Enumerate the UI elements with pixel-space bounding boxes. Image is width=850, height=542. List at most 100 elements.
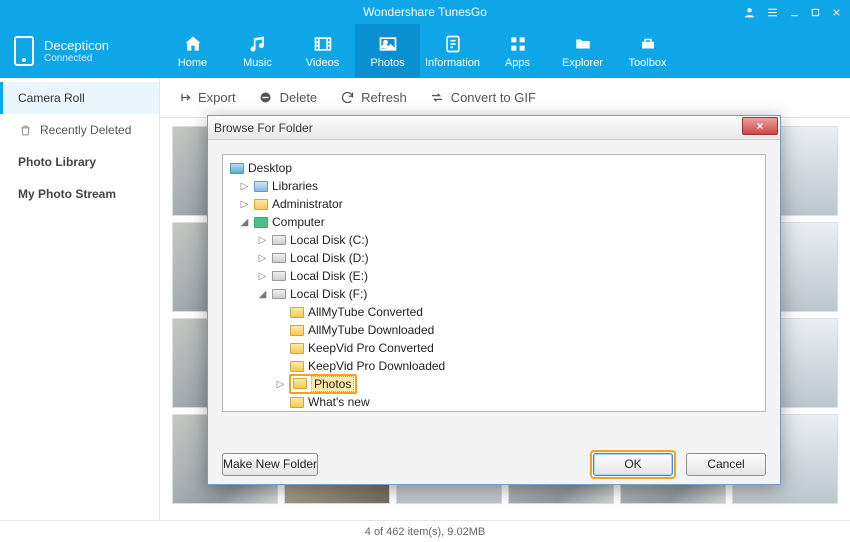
dialog-button-row: Make New Folder OK Cancel	[208, 444, 780, 484]
tree-node-administrator[interactable]: ▷ Administrator	[223, 195, 765, 213]
folder-icon	[292, 377, 308, 391]
information-icon	[441, 34, 465, 54]
folder-tree[interactable]: Desktop ▷ Libraries ▷ Administrator ◢ Co…	[222, 154, 766, 412]
folder-icon	[289, 305, 305, 319]
nav-label: Home	[178, 57, 207, 69]
tree-label: KeepVid Pro Converted	[308, 341, 434, 355]
dialog-title: Browse For Folder	[214, 121, 313, 135]
tree-node-photos-selected[interactable]: ▷ Photos	[223, 375, 765, 393]
titlebar: Wondershare TunesGo	[0, 0, 850, 24]
status-text: 4 of 462 item(s), 9.02MB	[365, 526, 485, 538]
expand-icon[interactable]: ▷	[257, 271, 268, 282]
nav-label: Music	[243, 57, 272, 69]
tree-label: What's new	[308, 395, 370, 409]
close-icon[interactable]	[831, 7, 842, 18]
sidebar-item-label: Recently Deleted	[40, 123, 131, 137]
videos-icon	[311, 34, 335, 54]
tree-node-folder[interactable]: What's new	[223, 393, 765, 411]
tree-node-drive-d[interactable]: ▷ Local Disk (D:)	[223, 249, 765, 267]
nav-explorer[interactable]: Explorer	[550, 24, 615, 78]
tree-label: Local Disk (E:)	[290, 269, 368, 283]
tree-label: AllMyTube Converted	[308, 305, 423, 319]
tree-label: Local Disk (D:)	[290, 251, 369, 265]
sidebar-item-my-photo-stream[interactable]: My Photo Stream	[0, 178, 159, 210]
device-pane[interactable]: Decepticon Connected	[0, 24, 160, 78]
expand-icon[interactable]: ▷	[239, 199, 250, 210]
tool-label: Convert to GIF	[451, 90, 536, 105]
tree-label: Desktop	[248, 161, 292, 175]
folder-icon	[289, 359, 305, 373]
folder-icon	[289, 341, 305, 355]
expand-icon[interactable]: ▷	[275, 379, 286, 390]
sidebar-item-label: Photo Library	[18, 155, 96, 169]
browse-folder-dialog: Browse For Folder Desktop ▷ Libraries ▷ …	[207, 115, 781, 485]
nav-photos[interactable]: Photos	[355, 24, 420, 78]
toolbox-icon	[636, 34, 660, 54]
delete-button[interactable]: Delete	[258, 90, 318, 106]
minimize-icon[interactable]	[789, 7, 800, 18]
expand-icon[interactable]: ▷	[257, 253, 268, 264]
sidebar-item-label: Camera Roll	[18, 91, 85, 105]
refresh-icon	[339, 90, 355, 106]
tool-label: Refresh	[361, 90, 407, 105]
tool-label: Delete	[280, 90, 318, 105]
make-new-folder-button[interactable]: Make New Folder	[222, 453, 318, 476]
maximize-icon[interactable]	[810, 7, 821, 18]
dialog-close-button[interactable]	[742, 117, 778, 135]
collapse-icon[interactable]: ◢	[239, 217, 250, 228]
collapse-icon[interactable]: ◢	[257, 289, 268, 300]
tree-node-folder[interactable]: AllMyTube Downloaded	[223, 321, 765, 339]
nav-apps[interactable]: Apps	[485, 24, 550, 78]
tree-label: Computer	[272, 215, 325, 229]
tree-node-folder[interactable]: KeepVid Pro Downloaded	[223, 357, 765, 375]
drive-icon	[271, 251, 287, 265]
home-icon	[181, 34, 205, 54]
sidebar: Camera Roll Recently Deleted Photo Libra…	[0, 78, 160, 520]
user-icon[interactable]	[743, 6, 756, 19]
nav-label: Photos	[370, 57, 404, 69]
convert-icon	[429, 90, 445, 106]
expand-icon[interactable]: ▷	[239, 181, 250, 192]
nav-videos[interactable]: Videos	[290, 24, 355, 78]
statusbar: 4 of 462 item(s), 9.02MB	[0, 520, 850, 542]
nav-information[interactable]: Information	[420, 24, 485, 78]
tree-node-drive-f[interactable]: ◢ Local Disk (F:)	[223, 285, 765, 303]
tree-node-folder[interactable]: AllMyTube Converted	[223, 303, 765, 321]
sidebar-item-recently-deleted[interactable]: Recently Deleted	[0, 114, 159, 146]
nav-label: Toolbox	[629, 57, 667, 69]
sidebar-item-photo-library[interactable]: Photo Library	[0, 146, 159, 178]
folder-icon	[289, 323, 305, 337]
tree-node-drive-c[interactable]: ▷ Local Disk (C:)	[223, 231, 765, 249]
topbar: Decepticon Connected Home Music Videos P…	[0, 24, 850, 78]
ok-button[interactable]: OK	[593, 453, 673, 476]
main-nav: Home Music Videos Photos Information App…	[160, 24, 850, 78]
ok-highlight: OK	[590, 450, 676, 479]
tree-label: AllMyTube Downloaded	[308, 323, 434, 337]
cancel-button[interactable]: Cancel	[686, 453, 766, 476]
convert-gif-button[interactable]: Convert to GIF	[429, 90, 536, 106]
app-title: Wondershare TunesGo	[363, 5, 487, 19]
nav-music[interactable]: Music	[225, 24, 290, 78]
device-name: Decepticon	[44, 38, 109, 53]
tree-label: Libraries	[272, 179, 318, 193]
delete-icon	[258, 90, 274, 106]
export-button[interactable]: Export	[176, 90, 236, 106]
tree-node-computer[interactable]: ◢ Computer	[223, 213, 765, 231]
nav-label: Explorer	[562, 57, 603, 69]
tree-node-libraries[interactable]: ▷ Libraries	[223, 177, 765, 195]
desktop-icon	[229, 161, 245, 175]
menu-icon[interactable]	[766, 6, 779, 19]
refresh-button[interactable]: Refresh	[339, 90, 407, 106]
expand-icon[interactable]: ▷	[257, 235, 268, 246]
folder-icon	[289, 395, 305, 409]
nav-home[interactable]: Home	[160, 24, 225, 78]
nav-toolbox[interactable]: Toolbox	[615, 24, 680, 78]
dialog-titlebar[interactable]: Browse For Folder	[208, 116, 780, 140]
explorer-icon	[571, 34, 595, 54]
tree-label: Local Disk (C:)	[290, 233, 369, 247]
tree-node-drive-e[interactable]: ▷ Local Disk (E:)	[223, 267, 765, 285]
sidebar-item-camera-roll[interactable]: Camera Roll	[0, 82, 159, 114]
tree-node-folder[interactable]: KeepVid Pro Converted	[223, 339, 765, 357]
tree-node-desktop[interactable]: Desktop	[223, 159, 765, 177]
music-icon	[246, 34, 270, 54]
